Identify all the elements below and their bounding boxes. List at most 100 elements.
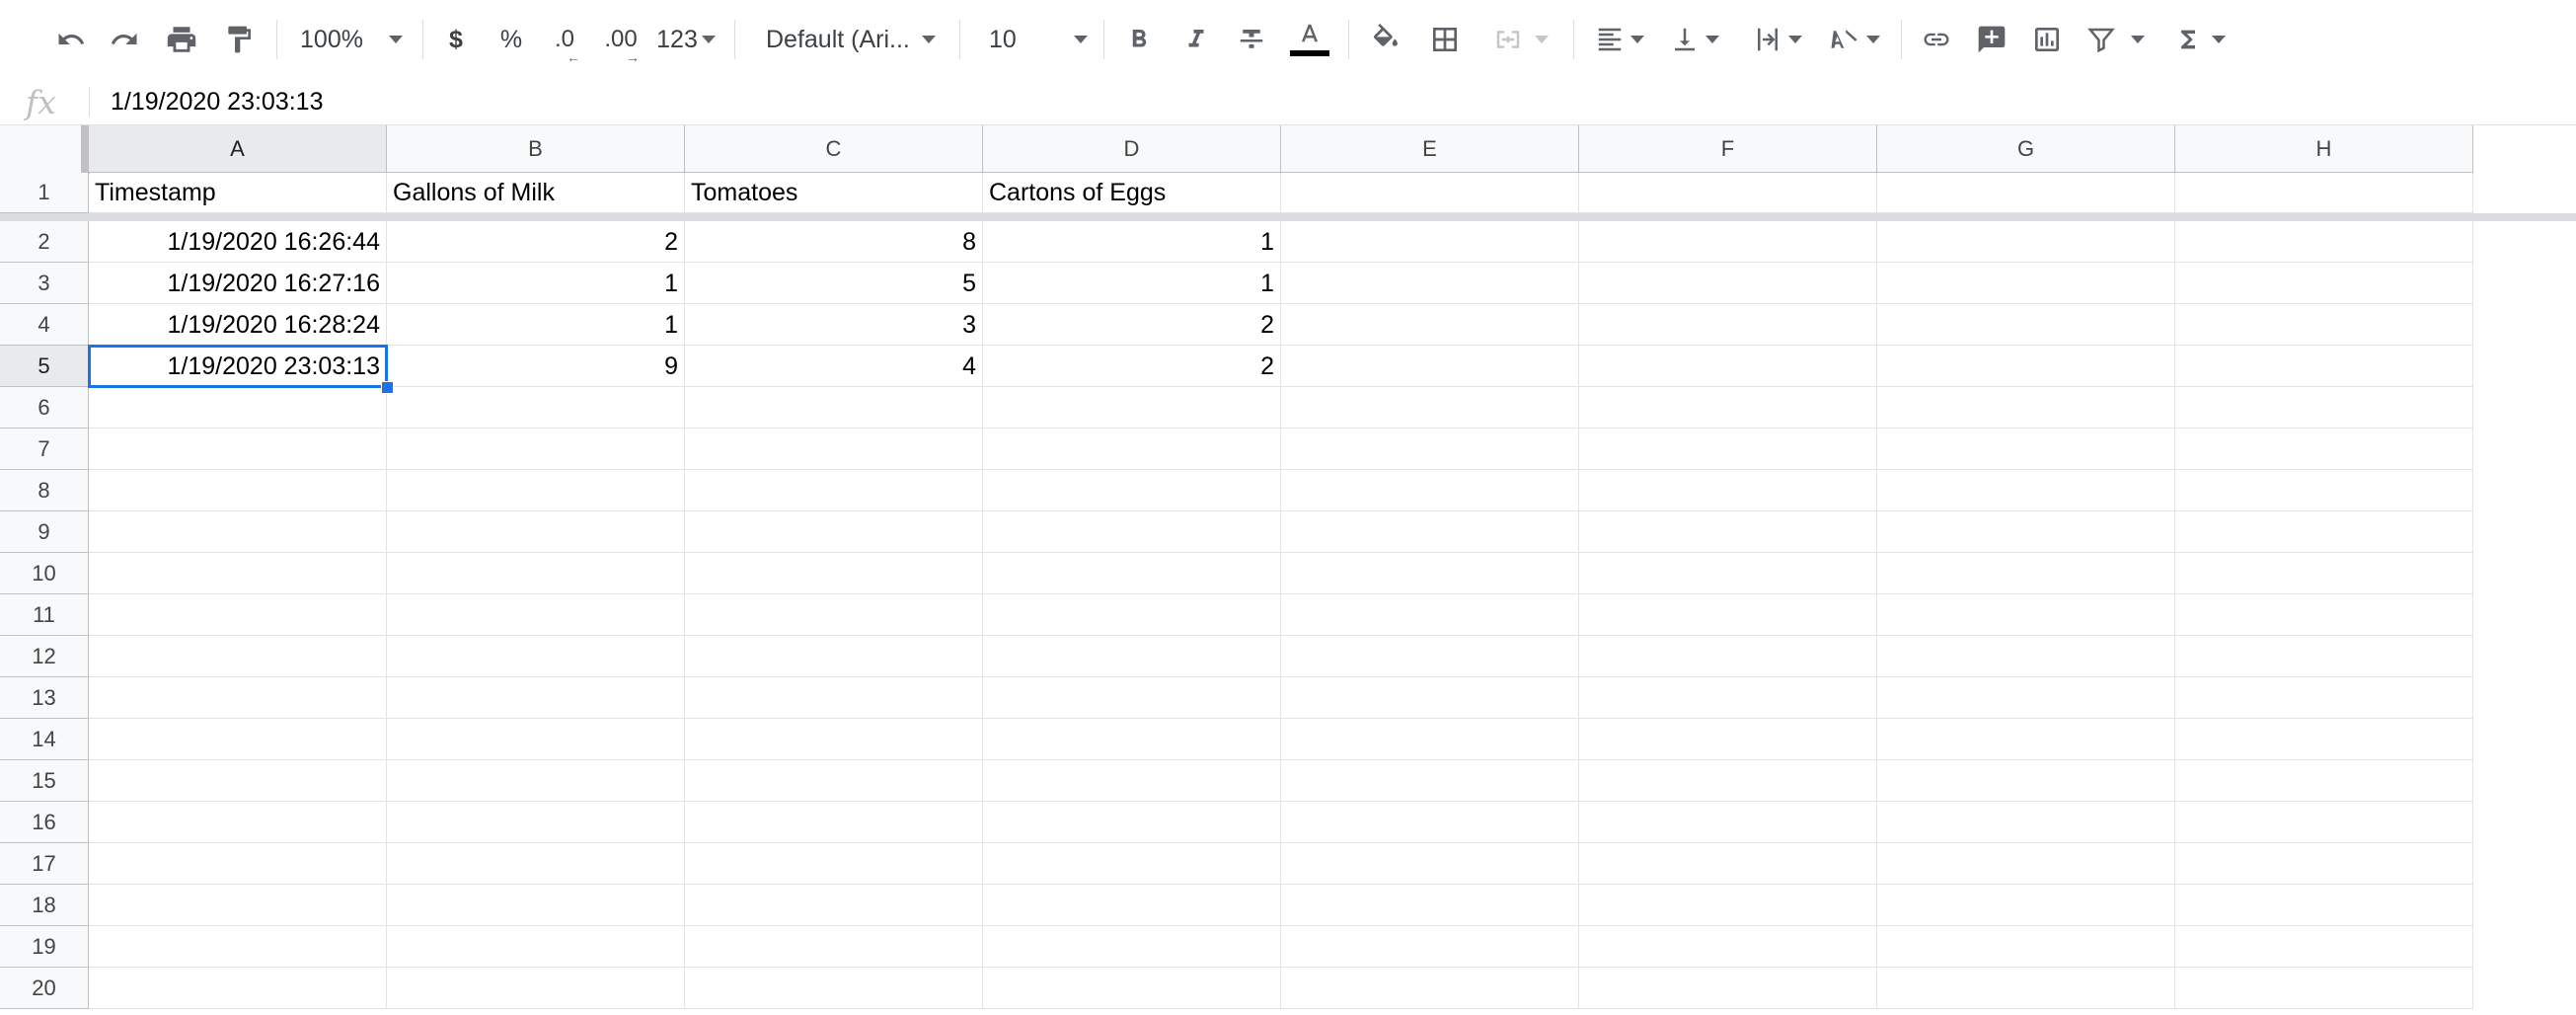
row-header-3[interactable]: 3 bbox=[0, 263, 89, 304]
cell-a11[interactable] bbox=[89, 594, 387, 636]
cell-f20[interactable] bbox=[1579, 968, 1877, 1009]
column-header-c[interactable]: C bbox=[685, 125, 983, 173]
cell-b17[interactable] bbox=[387, 843, 685, 885]
cell-g8[interactable] bbox=[1877, 470, 2175, 511]
cell-f18[interactable] bbox=[1579, 885, 1877, 926]
cell-b15[interactable] bbox=[387, 760, 685, 802]
cell-e20[interactable] bbox=[1281, 968, 1579, 1009]
filter-button[interactable] bbox=[2081, 14, 2150, 65]
cell-a17[interactable] bbox=[89, 843, 387, 885]
cell-g5[interactable] bbox=[1877, 346, 2175, 387]
cell-a14[interactable] bbox=[89, 719, 387, 760]
cell-f12[interactable] bbox=[1579, 636, 1877, 677]
cell-g13[interactable] bbox=[1877, 677, 2175, 719]
fill-color-button[interactable] bbox=[1364, 14, 1407, 65]
text-color-button[interactable] bbox=[1287, 14, 1332, 65]
cell-g6[interactable] bbox=[1877, 387, 2175, 429]
zoom-select[interactable]: 100% bbox=[292, 14, 411, 65]
cell-a3[interactable]: 1/19/2020 16:27:16 bbox=[89, 263, 387, 304]
cell-d8[interactable] bbox=[983, 470, 1281, 511]
cell-d3[interactable]: 1 bbox=[983, 263, 1281, 304]
cell-e7[interactable] bbox=[1281, 429, 1579, 470]
row-header-17[interactable]: 17 bbox=[0, 843, 89, 885]
column-header-f[interactable]: F bbox=[1579, 125, 1877, 173]
row-header-9[interactable]: 9 bbox=[0, 511, 89, 553]
cell-h20[interactable] bbox=[2175, 968, 2473, 1009]
cell-h17[interactable] bbox=[2175, 843, 2473, 885]
cell-e18[interactable] bbox=[1281, 885, 1579, 926]
cell-g11[interactable] bbox=[1877, 594, 2175, 636]
cell-h6[interactable] bbox=[2175, 387, 2473, 429]
cell-e9[interactable] bbox=[1281, 511, 1579, 553]
cell-g15[interactable] bbox=[1877, 760, 2175, 802]
cell-g18[interactable] bbox=[1877, 885, 2175, 926]
cell-g1[interactable] bbox=[1877, 173, 2175, 213]
cell-f13[interactable] bbox=[1579, 677, 1877, 719]
cell-h19[interactable] bbox=[2175, 926, 2473, 968]
cell-d7[interactable] bbox=[983, 429, 1281, 470]
cell-d9[interactable] bbox=[983, 511, 1281, 553]
cell-f4[interactable] bbox=[1579, 304, 1877, 346]
cell-e3[interactable] bbox=[1281, 263, 1579, 304]
cell-a4[interactable]: 1/19/2020 16:28:24 bbox=[89, 304, 387, 346]
increase-decimal-button[interactable]: .00 → bbox=[598, 14, 644, 65]
formula-input[interactable]: 1/19/2020 23:03:13 bbox=[111, 87, 323, 117]
cell-e2[interactable] bbox=[1281, 221, 1579, 263]
cell-a19[interactable] bbox=[89, 926, 387, 968]
cell-a6[interactable] bbox=[89, 387, 387, 429]
cell-b4[interactable]: 1 bbox=[387, 304, 685, 346]
cell-f11[interactable] bbox=[1579, 594, 1877, 636]
cell-e10[interactable] bbox=[1281, 553, 1579, 594]
text-rotation-button[interactable] bbox=[1822, 14, 1887, 65]
cell-b6[interactable] bbox=[387, 387, 685, 429]
more-formats-button[interactable]: 123 bbox=[653, 14, 719, 65]
font-family-select[interactable]: Default (Ari... bbox=[750, 14, 947, 65]
cell-c13[interactable] bbox=[685, 677, 983, 719]
row-header-14[interactable]: 14 bbox=[0, 719, 89, 760]
cell-c10[interactable] bbox=[685, 553, 983, 594]
cell-h16[interactable] bbox=[2175, 802, 2473, 843]
cell-f17[interactable] bbox=[1579, 843, 1877, 885]
format-currency-button[interactable]: $ bbox=[438, 14, 474, 65]
cell-g12[interactable] bbox=[1877, 636, 2175, 677]
cell-b2[interactable]: 2 bbox=[387, 221, 685, 263]
freeze-column-handle[interactable] bbox=[81, 125, 89, 173]
fill-handle[interactable] bbox=[381, 381, 394, 394]
cell-e1[interactable] bbox=[1281, 173, 1579, 213]
cell-b13[interactable] bbox=[387, 677, 685, 719]
row-header-6[interactable]: 6 bbox=[0, 387, 89, 429]
cell-f9[interactable] bbox=[1579, 511, 1877, 553]
row-header-15[interactable]: 15 bbox=[0, 760, 89, 802]
row-header-19[interactable]: 19 bbox=[0, 926, 89, 968]
cell-g4[interactable] bbox=[1877, 304, 2175, 346]
cell-a1[interactable]: Timestamp bbox=[89, 173, 387, 213]
cell-b5[interactable]: 9 bbox=[387, 346, 685, 387]
cell-b7[interactable] bbox=[387, 429, 685, 470]
cell-g20[interactable] bbox=[1877, 968, 2175, 1009]
font-size-select[interactable]: 10 bbox=[975, 14, 1094, 65]
cell-d14[interactable] bbox=[983, 719, 1281, 760]
cell-h3[interactable] bbox=[2175, 263, 2473, 304]
cell-b18[interactable] bbox=[387, 885, 685, 926]
insert-chart-button[interactable] bbox=[2025, 14, 2069, 65]
cell-d5[interactable]: 2 bbox=[983, 346, 1281, 387]
cell-d17[interactable] bbox=[983, 843, 1281, 885]
cell-g16[interactable] bbox=[1877, 802, 2175, 843]
cell-h4[interactable] bbox=[2175, 304, 2473, 346]
row-header-20[interactable]: 20 bbox=[0, 968, 89, 1009]
cell-d19[interactable] bbox=[983, 926, 1281, 968]
cell-b11[interactable] bbox=[387, 594, 685, 636]
cell-b16[interactable] bbox=[387, 802, 685, 843]
cell-g2[interactable] bbox=[1877, 221, 2175, 263]
cell-a10[interactable] bbox=[89, 553, 387, 594]
cell-e5[interactable] bbox=[1281, 346, 1579, 387]
cell-a20[interactable] bbox=[89, 968, 387, 1009]
cell-b9[interactable] bbox=[387, 511, 685, 553]
cell-e15[interactable] bbox=[1281, 760, 1579, 802]
cell-h15[interactable] bbox=[2175, 760, 2473, 802]
cell-e12[interactable] bbox=[1281, 636, 1579, 677]
cell-f14[interactable] bbox=[1579, 719, 1877, 760]
row-header-10[interactable]: 10 bbox=[0, 553, 89, 594]
strikethrough-button[interactable] bbox=[1232, 14, 1271, 65]
cell-h2[interactable] bbox=[2175, 221, 2473, 263]
